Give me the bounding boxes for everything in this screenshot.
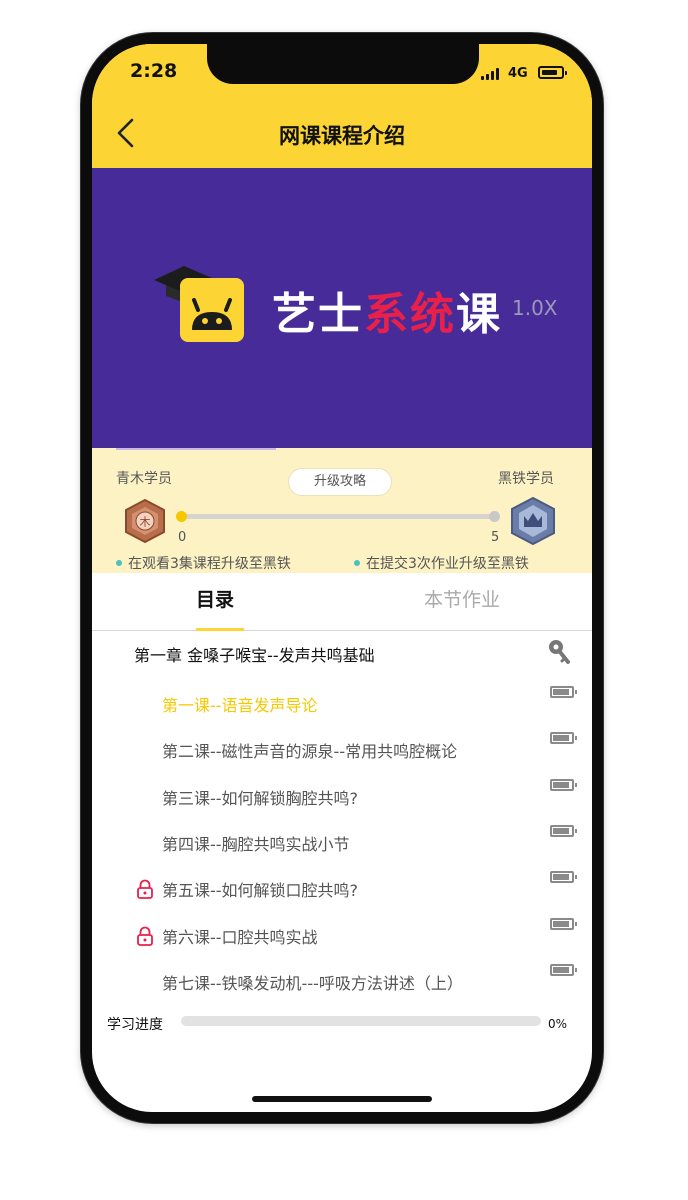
next-level: 黑铁学员: [498, 471, 554, 487]
battery-status-icon[interactable]: [550, 964, 577, 976]
app-logo: [180, 278, 244, 342]
lock-icon: [137, 926, 153, 946]
battery-status-icon[interactable]: [550, 686, 577, 698]
lesson-item[interactable]: 第三课--如何解锁胸腔共鸣?: [162, 785, 358, 809]
battery-status-icon[interactable]: [550, 825, 577, 837]
battery-status-icon[interactable]: [550, 871, 577, 883]
battery-status-icon[interactable]: [550, 779, 577, 791]
upgrade-panel: 青木学员 黑铁学员 升级攻略 木 0 5 在观看3集课程升级至黑铁 在提交3次作…: [92, 448, 592, 573]
tip-watch: 在观看3集课程升级至黑铁: [116, 553, 291, 573]
signal-icon: [481, 68, 499, 80]
robot-face-icon: [192, 298, 232, 330]
battery-icon: [538, 66, 567, 79]
battery-status-icon[interactable]: [550, 918, 577, 930]
course-brand: 艺士系统课: [272, 289, 502, 340]
current-level: 青木学员: [116, 471, 172, 487]
progress-start-value: 0: [178, 530, 187, 545]
content-tabs: 目录 本节作业: [92, 573, 592, 631]
progress-percent: 0%: [548, 1017, 568, 1031]
phone-frame: 2:28 4G 网课课程介绍 艺士系统课 1.0X 青木学员 黑铁学员 升级攻略…: [81, 33, 603, 1123]
lesson-item[interactable]: 第四课--胸腔共鸣实战小节: [162, 831, 350, 855]
key-icon[interactable]: [546, 638, 572, 666]
tab-catalog[interactable]: 目录: [196, 585, 234, 612]
lesson-item[interactable]: 第六课--口腔共鸣实战: [162, 924, 318, 948]
screen: 2:28 4G 网课课程介绍 艺士系统课 1.0X 青木学员 黑铁学员 升级攻略…: [92, 44, 592, 1112]
bullet-dot-icon: [116, 560, 122, 566]
level-progress-end-dot: [489, 511, 500, 522]
bullet-dot-icon: [354, 560, 360, 566]
study-progress-bar: [181, 1016, 541, 1026]
home-indicator[interactable]: [252, 1096, 432, 1102]
playback-speed[interactable]: 1.0X: [512, 296, 558, 320]
wood-badge-icon: 木: [125, 498, 165, 544]
upgrade-guide-button[interactable]: 升级攻略: [288, 468, 392, 496]
page-title: 网课课程介绍: [279, 124, 405, 148]
tab-homework[interactable]: 本节作业: [424, 585, 500, 612]
lesson-item[interactable]: 第七课--铁嗓发动机---呼吸方法讲述（上）: [162, 970, 463, 994]
lesson-item[interactable]: 第二课--磁性声音的源泉--常用共鸣腔概论: [162, 738, 457, 762]
status-time: 2:28: [130, 60, 178, 82]
lock-icon: [137, 879, 153, 899]
progress-label: 学习进度: [107, 1017, 163, 1033]
iron-badge-icon: [511, 496, 555, 546]
progress-end-value: 5: [491, 530, 500, 545]
chapter-title[interactable]: 第一章 金嗓子喉宝--发声共鸣基础: [134, 642, 375, 666]
level-progress-start-dot: [176, 511, 187, 522]
lesson-item[interactable]: 第一课--语音发声导论: [162, 692, 318, 716]
tip-homework: 在提交3次作业升级至黑铁: [354, 553, 529, 573]
battery-status-icon[interactable]: [550, 732, 577, 744]
nav-bar: 网课课程介绍: [92, 100, 592, 168]
level-progress-track: [181, 514, 497, 519]
network-type: 4G: [508, 66, 528, 81]
lesson-item[interactable]: 第五课--如何解锁口腔共鸣?: [162, 877, 358, 901]
svg-text:木: 木: [140, 516, 151, 529]
tab-active-indicator: [196, 628, 244, 631]
notch: [207, 44, 479, 84]
video-player[interactable]: 艺士系统课 1.0X: [92, 168, 592, 448]
video-progress-line: [116, 448, 276, 450]
